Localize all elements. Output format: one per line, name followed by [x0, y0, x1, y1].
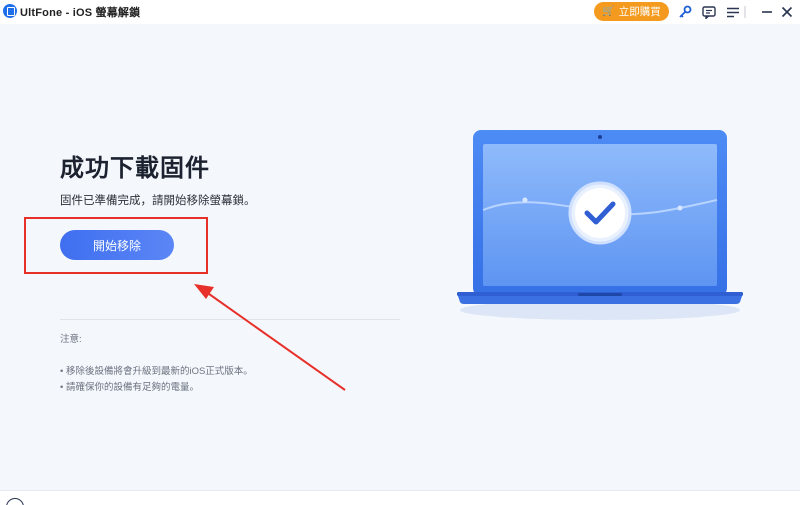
buy-now-button[interactable]: 🛒 立即購買: [594, 2, 669, 21]
bottom-bar: [0, 490, 800, 505]
feedback-icon[interactable]: [700, 3, 718, 21]
notes-title: 注意:: [60, 334, 82, 345]
note-item: • 請確保你的設備有足夠的電量。: [60, 382, 199, 393]
buy-now-label: 立即購買: [618, 6, 661, 18]
app-title: UltFone - iOS 螢幕解鎖: [20, 7, 141, 19]
separator: [743, 3, 747, 21]
page-title: 成功下載固件: [60, 155, 210, 182]
start-remove-button[interactable]: 開始移除: [60, 230, 174, 260]
app-logo-icon: [3, 4, 17, 18]
note-item: • 移除後設備將會升級到最新的iOS正式版本。: [60, 366, 253, 377]
page-subtitle: 固件已準備完成，請開始移除螢幕鎖。: [60, 195, 256, 207]
divider: [60, 319, 400, 320]
key-icon[interactable]: [676, 3, 694, 21]
laptop-illustration: [457, 130, 743, 320]
title-bar: UltFone - iOS 螢幕解鎖 🛒 立即購買: [0, 0, 800, 24]
minimize-icon[interactable]: [758, 3, 776, 21]
close-icon[interactable]: [778, 3, 796, 21]
menu-icon[interactable]: [724, 3, 742, 21]
cart-icon: 🛒: [602, 6, 615, 17]
